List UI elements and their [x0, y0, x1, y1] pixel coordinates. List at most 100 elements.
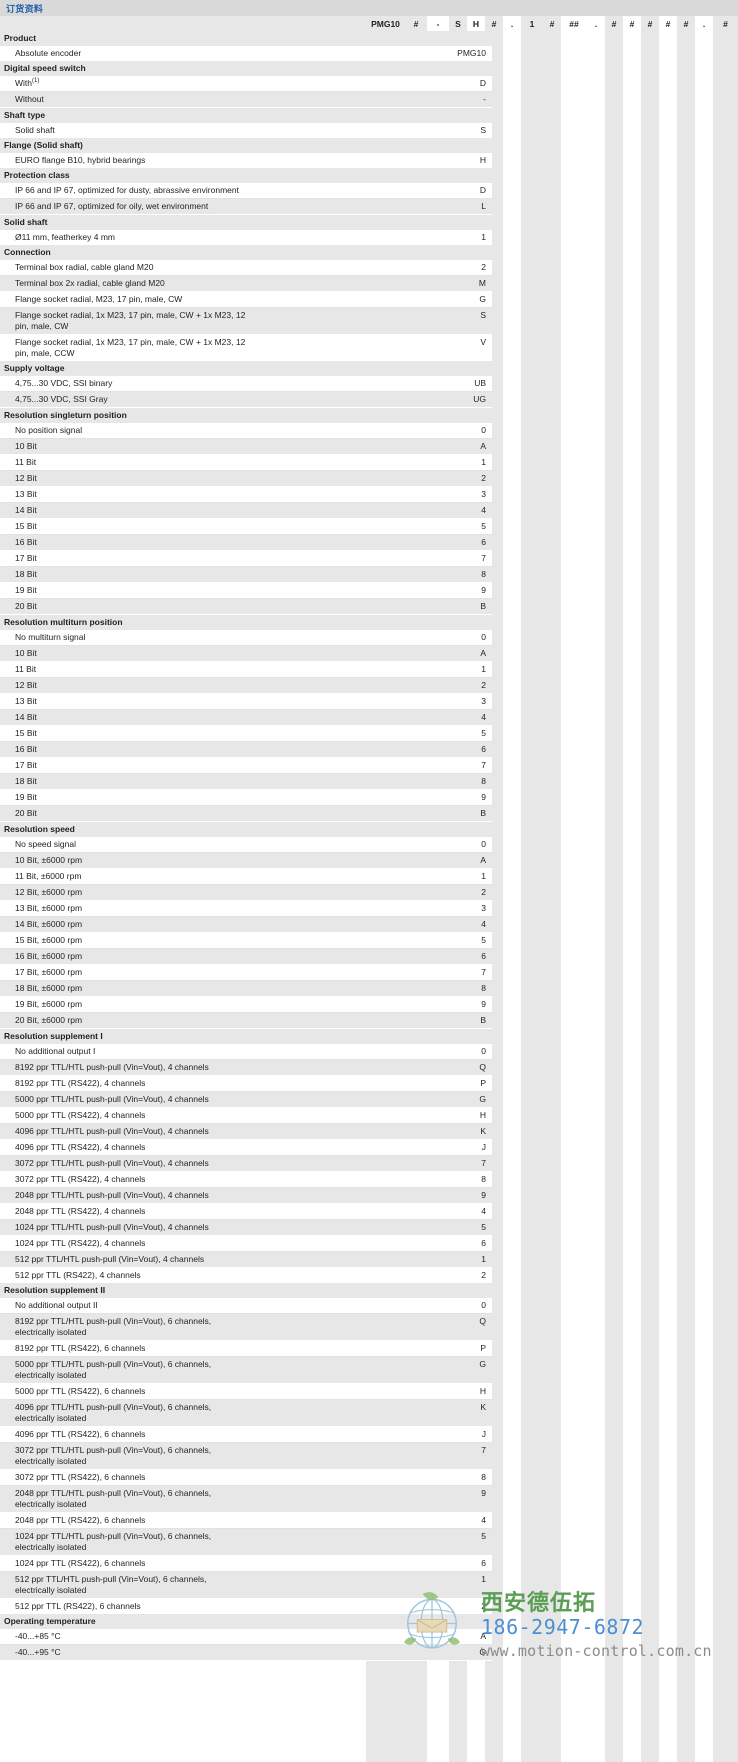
- option-row[interactable]: No additional output I0: [0, 1044, 738, 1060]
- option-row[interactable]: 20 Bit, ±6000 rpm B: [0, 1012, 738, 1029]
- option-row[interactable]: 512 ppr TTL (RS422), 4 channels 2: [0, 1267, 738, 1283]
- option-row[interactable]: 1024 ppr TTL (RS422), 4 channels 6: [0, 1235, 738, 1252]
- option-row[interactable]: 10 Bit, ±6000 rpm A: [0, 852, 738, 869]
- option-row[interactable]: 19 Bit 9: [0, 789, 738, 806]
- option-row[interactable]: No multiturn signal 0: [0, 630, 738, 646]
- option-row[interactable]: 13 Bit 3: [0, 693, 738, 710]
- option-row[interactable]: Solid shaft S: [0, 123, 738, 138]
- option-row[interactable]: 17 Bit, ±6000 rpm 7: [0, 964, 738, 981]
- section-header-row: Resolution speed: [0, 821, 738, 837]
- option-row[interactable]: -40...+85 °C A: [0, 1629, 738, 1645]
- option-row[interactable]: 2048 ppr TTL (RS422), 4 channels 4: [0, 1203, 738, 1220]
- option-row[interactable]: Flange socket radial, 1x M23, 17 pin, ma…: [0, 307, 738, 335]
- option-row[interactable]: With(1) D: [0, 76, 738, 92]
- code-header-cell: #: [623, 16, 641, 31]
- row-trailing-space: [492, 1556, 738, 1572]
- option-row[interactable]: 12 Bit 2: [0, 470, 738, 487]
- option-code: 5: [246, 518, 492, 535]
- option-row[interactable]: No position signal 0: [0, 423, 738, 439]
- row-trailing-space: [492, 1092, 738, 1108]
- option-label: 4096 ppr TTL/HTL push-pull (Vin=Vout), 4…: [0, 1123, 246, 1140]
- option-row[interactable]: 11 Bit, ±6000 rpm 1: [0, 868, 738, 885]
- option-row[interactable]: 10 Bit A: [0, 645, 738, 662]
- option-row[interactable]: Without -: [0, 91, 738, 108]
- option-row[interactable]: Flange socket radial, 1x M23, 17 pin, ma…: [0, 334, 738, 361]
- option-code: M: [246, 275, 492, 292]
- row-trailing-space: [492, 519, 738, 535]
- option-row[interactable]: 4,75...30 VDC, SSI Gray UG: [0, 391, 738, 408]
- option-row[interactable]: 15 Bit 5: [0, 725, 738, 742]
- option-code: 3: [246, 693, 492, 710]
- option-row[interactable]: 8192 ppr TTL/HTL push-pull (Vin=Vout), 4…: [0, 1059, 738, 1076]
- option-row[interactable]: 512 ppr TTL/HTL push-pull (Vin=Vout), 6 …: [0, 1571, 738, 1599]
- option-row[interactable]: Flange socket radial, M23, 17 pin, male,…: [0, 291, 738, 308]
- option-row[interactable]: 20 Bit B: [0, 598, 738, 615]
- option-row[interactable]: -40...+95 °C G: [0, 1644, 738, 1661]
- option-row[interactable]: No additional output II 0: [0, 1298, 738, 1314]
- option-row[interactable]: 8192 ppr TTL (RS422), 6 channels P: [0, 1340, 738, 1357]
- option-row[interactable]: 3072 ppr TTL (RS422), 6 channels 8: [0, 1469, 738, 1486]
- option-row[interactable]: 5000 ppr TTL (RS422), 4 channels H: [0, 1107, 738, 1124]
- option-row[interactable]: 3072 ppr TTL (RS422), 4 channels 8: [0, 1171, 738, 1188]
- option-row[interactable]: Terminal box radial, cable gland M20 2: [0, 260, 738, 276]
- option-row[interactable]: No speed signal 0: [0, 837, 738, 853]
- option-row[interactable]: 19 Bit, ±6000 rpm 9: [0, 996, 738, 1013]
- option-label: 2048 ppr TTL/HTL push-pull (Vin=Vout), 6…: [0, 1485, 246, 1513]
- option-row[interactable]: 5000 ppr TTL/HTL push-pull (Vin=Vout), 4…: [0, 1091, 738, 1108]
- option-row[interactable]: 1024 ppr TTL/HTL push-pull (Vin=Vout), 6…: [0, 1528, 738, 1556]
- option-row[interactable]: 2048 ppr TTL (RS422), 6 channels 4: [0, 1512, 738, 1529]
- option-row[interactable]: 14 Bit 4: [0, 502, 738, 519]
- option-row[interactable]: 512 ppr TTL/HTL push-pull (Vin=Vout), 4 …: [0, 1251, 738, 1268]
- option-row[interactable]: 16 Bit, ±6000 rpm 6: [0, 948, 738, 965]
- option-row[interactable]: 14 Bit 4: [0, 709, 738, 726]
- option-code: 1: [246, 454, 492, 471]
- row-trailing-space: [492, 742, 738, 758]
- row-trailing-space: [492, 806, 738, 822]
- option-row[interactable]: 10 Bit A: [0, 438, 738, 455]
- option-row[interactable]: 19 Bit 9: [0, 582, 738, 599]
- option-row[interactable]: 4096 ppr TTL (RS422), 6 channels J: [0, 1426, 738, 1443]
- option-row[interactable]: 18 Bit 8: [0, 773, 738, 790]
- option-row[interactable]: 11 Bit 1: [0, 454, 738, 471]
- option-row[interactable]: 20 Bit B: [0, 805, 738, 822]
- option-row[interactable]: 16 Bit 6: [0, 741, 738, 758]
- option-row[interactable]: 17 Bit 7: [0, 757, 738, 774]
- option-row[interactable]: 4096 ppr TTL/HTL push-pull (Vin=Vout), 6…: [0, 1399, 738, 1427]
- option-row[interactable]: 18 Bit, ±6000 rpm 8: [0, 980, 738, 997]
- option-row[interactable]: 17 Bit 7: [0, 550, 738, 567]
- code-header-cell: #: [641, 16, 659, 31]
- option-row[interactable]: Ø11 mm, featherkey 4 mm 1: [0, 230, 738, 245]
- option-row[interactable]: 15 Bit 5: [0, 518, 738, 535]
- option-row[interactable]: 18 Bit 8: [0, 566, 738, 583]
- option-row[interactable]: 512 ppr TTL (RS422), 6 channels 2: [0, 1598, 738, 1614]
- option-code: 7: [246, 1155, 492, 1172]
- option-row[interactable]: 1024 ppr TTL (RS422), 6 channels 6: [0, 1555, 738, 1572]
- option-row[interactable]: 5000 ppr TTL (RS422), 6 channels H: [0, 1383, 738, 1400]
- option-row[interactable]: IP 66 and IP 67, optimized for dusty, ab…: [0, 183, 738, 199]
- option-row[interactable]: 12 Bit, ±6000 rpm 2: [0, 884, 738, 901]
- option-row[interactable]: 14 Bit, ±6000 rpm 4: [0, 916, 738, 933]
- option-row[interactable]: 4096 ppr TTL/HTL push-pull (Vin=Vout), 4…: [0, 1123, 738, 1140]
- option-row[interactable]: 13 Bit, ±6000 rpm 3: [0, 900, 738, 917]
- option-row[interactable]: 12 Bit 2: [0, 677, 738, 694]
- option-row[interactable]: 2048 ppr TTL/HTL push-pull (Vin=Vout), 4…: [0, 1187, 738, 1204]
- option-row[interactable]: 5000 ppr TTL/HTL push-pull (Vin=Vout), 6…: [0, 1356, 738, 1384]
- option-row[interactable]: 3072 ppr TTL/HTL push-pull (Vin=Vout), 6…: [0, 1442, 738, 1470]
- option-row[interactable]: 4,75...30 VDC, SSI binary UB: [0, 376, 738, 392]
- option-row[interactable]: 8192 ppr TTL/HTL push-pull (Vin=Vout), 6…: [0, 1313, 738, 1341]
- option-row[interactable]: 3072 ppr TTL/HTL push-pull (Vin=Vout), 4…: [0, 1155, 738, 1172]
- option-row[interactable]: 13 Bit 3: [0, 486, 738, 503]
- option-row[interactable]: EURO flange B10, hybrid bearings H: [0, 153, 738, 168]
- option-row[interactable]: 11 Bit 1: [0, 661, 738, 678]
- option-row[interactable]: 16 Bit 6: [0, 534, 738, 551]
- option-row[interactable]: Absolute encoder PMG10: [0, 46, 738, 61]
- option-row[interactable]: 2048 ppr TTL/HTL push-pull (Vin=Vout), 6…: [0, 1485, 738, 1513]
- section-title: Resolution supplement II: [0, 1283, 492, 1298]
- option-row[interactable]: 8192 ppr TTL (RS422), 4 channels P: [0, 1075, 738, 1092]
- option-row[interactable]: 4096 ppr TTL (RS422), 4 channels J: [0, 1139, 738, 1156]
- option-row[interactable]: 15 Bit, ±6000 rpm 5: [0, 932, 738, 949]
- option-row[interactable]: 1024 ppr TTL/HTL push-pull (Vin=Vout), 4…: [0, 1219, 738, 1236]
- option-row[interactable]: Terminal box 2x radial, cable gland M20 M: [0, 275, 738, 292]
- row-trailing-space: [492, 455, 738, 471]
- option-row[interactable]: IP 66 and IP 67, optimized for oily, wet…: [0, 198, 738, 215]
